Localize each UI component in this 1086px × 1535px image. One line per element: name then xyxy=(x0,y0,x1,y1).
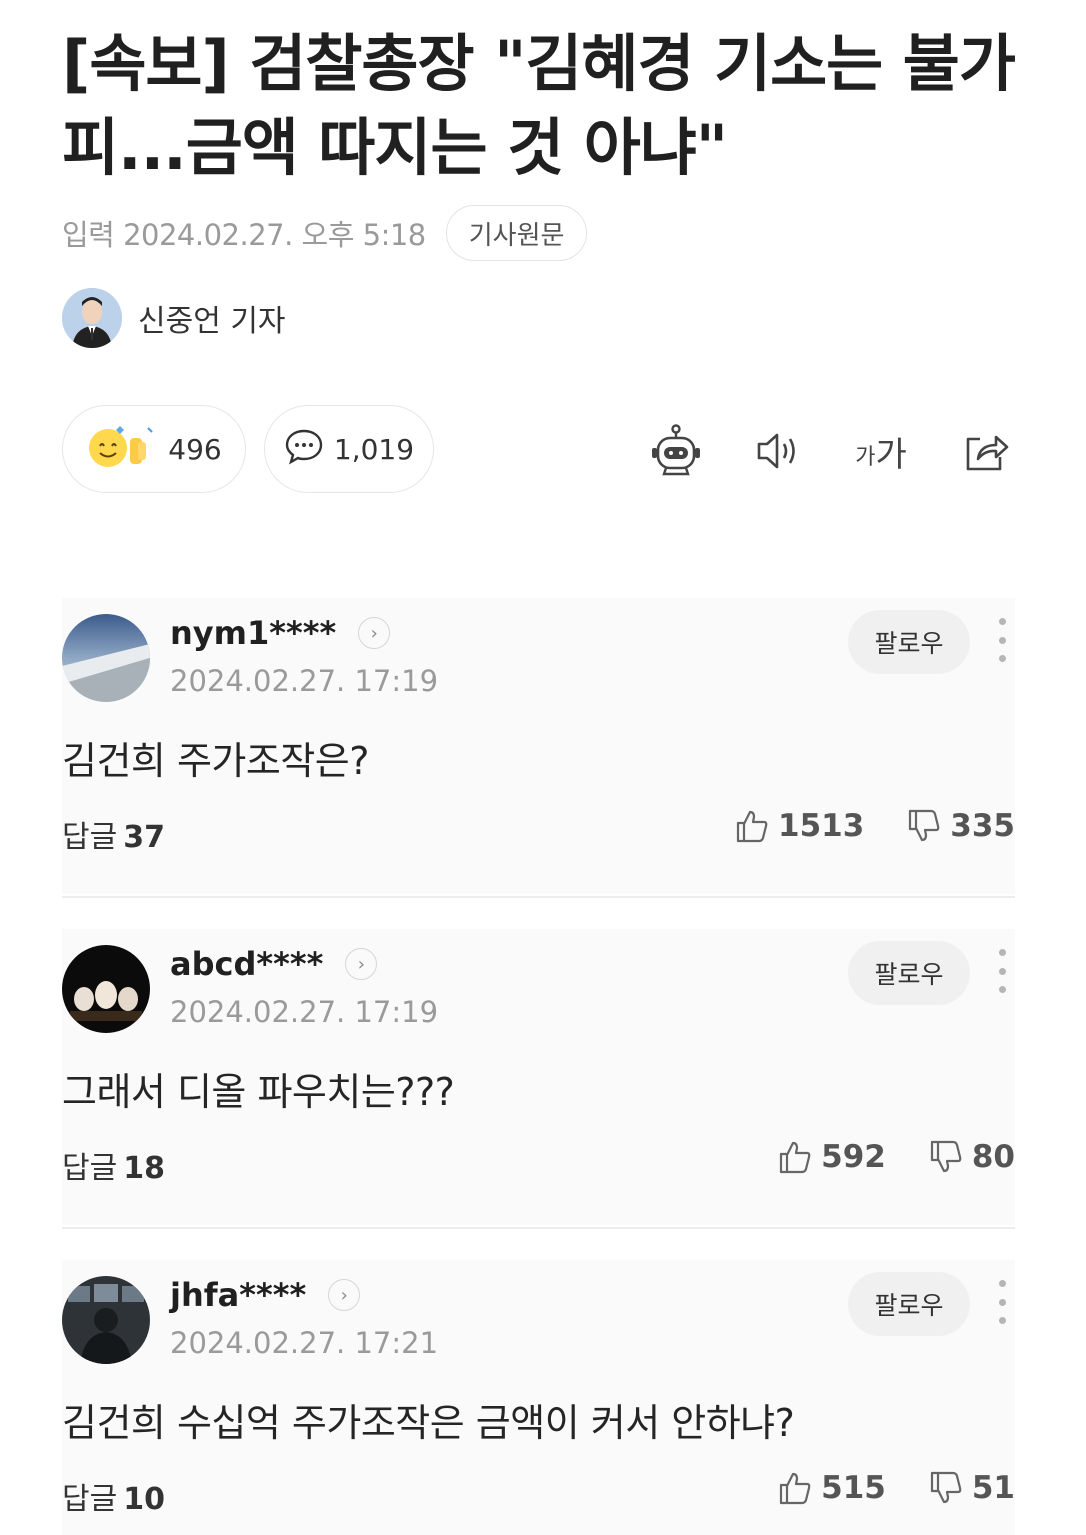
more-vertical-icon[interactable] xyxy=(995,1280,1009,1324)
share-icon[interactable] xyxy=(958,423,1014,479)
reaction-button[interactable]: 496 xyxy=(62,405,246,493)
original-article-button[interactable]: 기사원문 xyxy=(445,205,588,261)
reply-count: 10 xyxy=(123,1482,165,1517)
commenter-username[interactable]: abcd**** › xyxy=(170,945,378,983)
font-size-large-label: 가 xyxy=(875,434,907,475)
reply-link[interactable]: 답글 37 xyxy=(62,812,165,856)
chevron-right-icon[interactable]: › xyxy=(358,617,391,649)
reply-label: 답글 xyxy=(62,1482,118,1517)
reply-label: 답글 xyxy=(62,820,118,855)
commenter-avatar[interactable] xyxy=(62,945,150,1033)
reply-link[interactable]: 답글 18 xyxy=(62,1143,165,1187)
dislike-count: 51 xyxy=(971,1470,1015,1506)
robot-summary-icon[interactable] xyxy=(648,423,704,479)
reaction-count: 496 xyxy=(168,432,222,466)
font-size-icon[interactable]: 가 가 xyxy=(848,423,914,479)
reporter-avatar xyxy=(62,288,122,348)
commenter-avatar[interactable] xyxy=(62,614,150,702)
reply-label: 답글 xyxy=(62,1151,118,1186)
headline-line-2: 피...금액 따지는 것 아냐" xyxy=(62,111,728,184)
dislike-count: 335 xyxy=(950,808,1015,844)
like-button[interactable]: 592 xyxy=(777,1139,886,1175)
reply-link[interactable]: 답글 10 xyxy=(62,1474,165,1518)
comment-item: nym1**** › 2024.02.27. 17:19 팔로우 김건희 주가조… xyxy=(62,598,1015,894)
comment-bubble-icon xyxy=(284,426,324,473)
dislike-count: 80 xyxy=(971,1139,1015,1175)
dislike-button[interactable]: 51 xyxy=(928,1470,1015,1506)
comment-date: 2024.02.27. 17:19 xyxy=(170,664,439,698)
reporter-name: 신중언 기자 xyxy=(138,304,286,339)
font-size-small-label: 가 xyxy=(855,445,876,470)
commenter-username[interactable]: jhfa**** › xyxy=(170,1276,361,1314)
comment-date: 2024.02.27. 17:21 xyxy=(170,1326,439,1360)
like-count: 515 xyxy=(821,1470,886,1506)
headline-line-1: [속보] 검찰총장 "김혜경 기소는 불가 xyxy=(62,27,1016,100)
username-text: jhfa**** xyxy=(170,1276,307,1314)
more-vertical-icon[interactable] xyxy=(995,618,1009,662)
follow-button[interactable]: 팔로우 xyxy=(848,941,970,1005)
like-count: 1513 xyxy=(778,808,865,844)
like-count: 592 xyxy=(821,1139,886,1175)
comment-count-button[interactable]: 1,019 xyxy=(264,405,434,493)
thumbs-up-icon xyxy=(780,1472,811,1505)
comment-divider xyxy=(62,896,1015,898)
commenter-avatar[interactable] xyxy=(62,1276,150,1364)
article-headline: [속보] 검찰총장 "김혜경 기소는 불가 피...금액 따지는 것 아냐" xyxy=(62,22,1027,190)
comment-item: abcd**** › 2024.02.27. 17:19 팔로우 그래서 디올 … xyxy=(62,929,1015,1225)
thumbs-up-icon xyxy=(736,810,768,843)
commenter-username[interactable]: nym1**** › xyxy=(170,614,391,652)
chevron-right-icon[interactable]: › xyxy=(328,1279,361,1311)
comment-count: 1,019 xyxy=(333,432,415,466)
reply-count: 37 xyxy=(123,820,165,855)
speaker-icon[interactable] xyxy=(750,423,806,479)
article-action-bar: 496 1,019 가 가 xyxy=(62,405,1012,495)
username-text: abcd**** xyxy=(170,945,324,983)
thumbs-down-icon xyxy=(909,809,940,842)
comment-divider xyxy=(62,1227,1015,1229)
like-button[interactable]: 1513 xyxy=(734,808,864,844)
comment-item: jhfa**** › 2024.02.27. 17:21 팔로우 김건희 수십억… xyxy=(62,1260,1015,1535)
comment-text: 김건희 수십억 주가조작은 금액이 커서 안하냐? xyxy=(62,1401,795,1445)
thumbs-down-icon xyxy=(930,1140,962,1173)
article-meta: 입력 2024.02.27. 오후 5:18 기사원문 xyxy=(62,205,588,261)
thumbs-up-icon xyxy=(780,1141,811,1174)
vote-group: 1513 335 xyxy=(734,808,1015,844)
comment-date: 2024.02.27. 17:19 xyxy=(170,995,439,1029)
username-text: nym1**** xyxy=(170,614,337,652)
reaction-emoji-icon xyxy=(86,422,158,477)
more-vertical-icon[interactable] xyxy=(995,949,1009,993)
vote-group: 592 80 xyxy=(777,1139,1015,1175)
like-button[interactable]: 515 xyxy=(777,1470,886,1506)
follow-button[interactable]: 팔로우 xyxy=(848,1272,970,1336)
vote-group: 515 51 xyxy=(777,1470,1015,1506)
dislike-button[interactable]: 80 xyxy=(928,1139,1015,1175)
thumbs-down-icon xyxy=(930,1471,962,1504)
follow-button[interactable]: 팔로우 xyxy=(848,610,970,674)
reply-count: 18 xyxy=(123,1151,165,1186)
reporter-info[interactable]: 신중언 기자 xyxy=(62,288,286,348)
comment-text: 그래서 디올 파우치는??? xyxy=(62,1070,455,1114)
dislike-button[interactable]: 335 xyxy=(906,808,1015,844)
comment-text: 김건희 주가조작은? xyxy=(62,739,369,783)
chevron-right-icon[interactable]: › xyxy=(345,948,378,980)
published-date: 입력 2024.02.27. 오후 5:18 xyxy=(62,218,426,252)
